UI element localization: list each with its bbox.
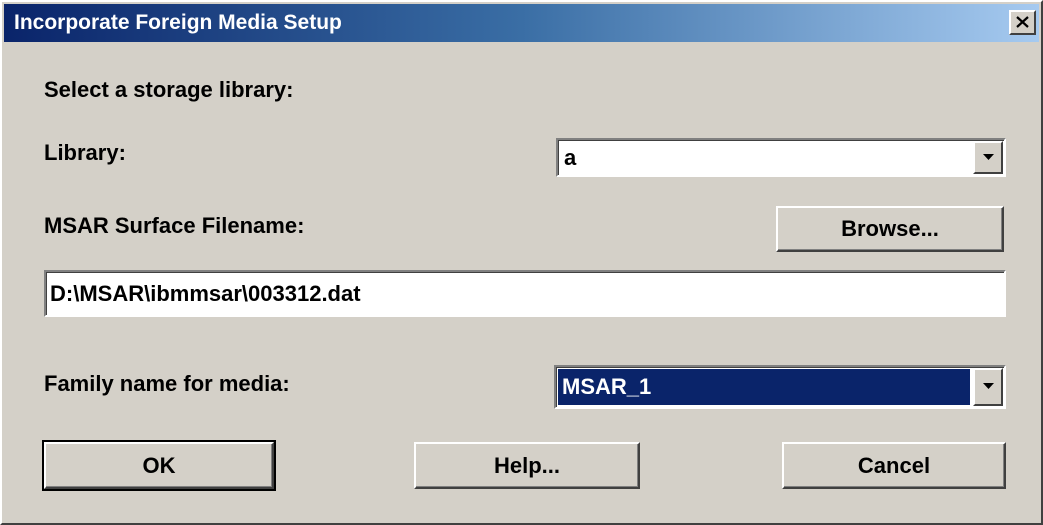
select-library-heading: Select a storage library: (44, 77, 294, 102)
ok-button[interactable]: OK (42, 440, 276, 491)
chevron-down-icon (983, 153, 994, 160)
family-name-label: Family name for media: (44, 371, 290, 396)
filename-field[interactable] (44, 270, 1006, 317)
library-dropdown-button[interactable] (973, 141, 1003, 174)
family-selected-value: MSAR_1 (562, 374, 652, 399)
browse-button[interactable]: Browse... (776, 206, 1004, 252)
dialog-window: Incorporate Foreign Media Setup Select a… (0, 0, 1043, 525)
library-select[interactable]: a (556, 138, 1006, 177)
library-selected-value: a (564, 144, 577, 170)
library-label: Library: (44, 140, 126, 165)
filename-input[interactable] (50, 272, 998, 315)
close-icon (1016, 16, 1029, 28)
cancel-button[interactable]: Cancel (782, 442, 1006, 489)
msar-filename-label: MSAR Surface Filename: (44, 213, 305, 238)
chevron-down-icon (983, 383, 994, 389)
close-button[interactable] (1009, 10, 1036, 35)
title-bar[interactable]: Incorporate Foreign Media Setup (4, 4, 1039, 42)
family-dropdown-button[interactable] (973, 368, 1003, 406)
help-button[interactable]: Help... (414, 442, 640, 489)
family-select[interactable]: MSAR_1 (554, 365, 1006, 409)
window-title: Incorporate Foreign Media Setup (14, 11, 342, 34)
